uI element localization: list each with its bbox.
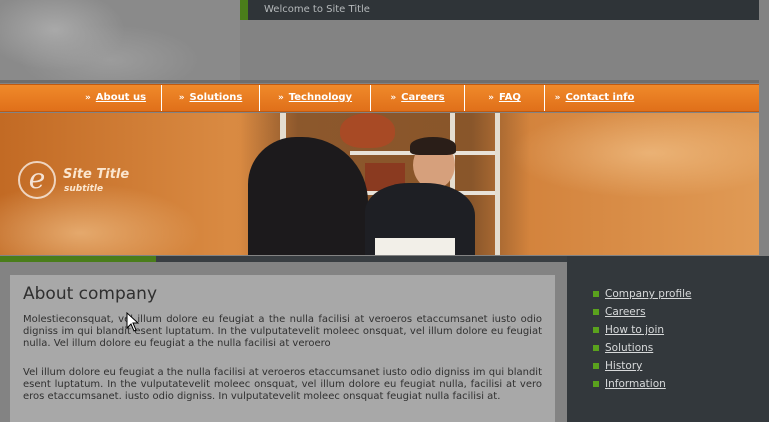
square-bullet-icon (593, 291, 599, 297)
paper (375, 238, 455, 255)
sidebar-link-information[interactable]: Information (593, 378, 691, 396)
logo-icon: e (18, 161, 56, 199)
accent-bar-green (0, 256, 156, 262)
sidebar-link-label: Careers (605, 306, 646, 318)
hero-banner: e Site Title subtitle (0, 113, 759, 255)
main-content: About company Molestieconsquat, vel illu… (10, 275, 555, 422)
nav-item-careers[interactable]: » Careers (370, 85, 464, 111)
sidebar-link-label: History (605, 360, 643, 372)
sidebar-link-how-to-join[interactable]: How to join (593, 324, 691, 342)
person-hair (410, 137, 456, 155)
nav-label: Technology (288, 92, 353, 103)
nav-item-technology[interactable]: » Technology (259, 85, 370, 111)
main-nav: » About us » Solutions » Technology » Career… (0, 84, 759, 112)
sidebar-link-label: Company profile (605, 288, 692, 300)
square-bullet-icon (593, 381, 599, 387)
nav-divider (0, 80, 759, 83)
double-chevron-right-icon: » (277, 93, 284, 103)
nav-item-about-us[interactable]: » About us (70, 85, 161, 111)
square-bullet-icon (593, 363, 599, 369)
paragraph: Molestieconsquat, vel illum dolore eu fe… (23, 314, 542, 350)
sidebar: Company profile Careers How to join Solu… (567, 256, 769, 422)
hero-photo (240, 113, 530, 255)
header-cloud-image (0, 0, 240, 80)
sidebar-link-company-profile[interactable]: Company profile (593, 288, 691, 306)
sidebar-link-solutions[interactable]: Solutions (593, 342, 691, 360)
mouse-cursor-icon (126, 312, 140, 332)
nav-label: About us (95, 92, 147, 103)
accent-bar-dark (156, 256, 567, 262)
square-bullet-icon (593, 327, 599, 333)
double-chevron-right-icon: » (178, 93, 185, 103)
sidebar-link-history[interactable]: History (593, 360, 691, 378)
sidebar-link-label: Information (605, 378, 666, 390)
page-title: About company (23, 284, 158, 304)
double-chevron-right-icon: » (84, 93, 91, 103)
nav-label: Contact info (565, 92, 635, 103)
square-bullet-icon (593, 309, 599, 315)
double-chevron-right-icon: » (488, 93, 494, 103)
sidebar-links: Company profile Careers How to join Solu… (593, 288, 691, 396)
welcome-text: Welcome to Site Title (264, 4, 370, 15)
site-title: Site Title (63, 167, 130, 182)
nav-item-solutions[interactable]: » Solutions (161, 85, 259, 111)
bookshelf-post (495, 113, 500, 255)
nav-item-faq[interactable]: » FAQ (464, 85, 544, 111)
paragraph: Vel illum dolore eu feugiat a the nulla … (23, 367, 542, 403)
nav-item-contact-info[interactable]: » Contact info (544, 85, 644, 111)
site-subtitle: subtitle (64, 184, 104, 194)
nav-label: Careers (401, 92, 445, 103)
nav-label: FAQ (498, 92, 521, 103)
sidebar-link-label: Solutions (605, 342, 654, 354)
square-bullet-icon (593, 345, 599, 351)
sidebar-link-careers[interactable]: Careers (593, 306, 691, 324)
person-hair (340, 113, 395, 148)
double-chevron-right-icon: » (554, 93, 561, 103)
sidebar-link-label: How to join (605, 324, 665, 336)
double-chevron-right-icon: » (390, 93, 397, 103)
welcome-bar: Welcome to Site Title (240, 0, 759, 20)
nav-label: Solutions (189, 92, 243, 103)
